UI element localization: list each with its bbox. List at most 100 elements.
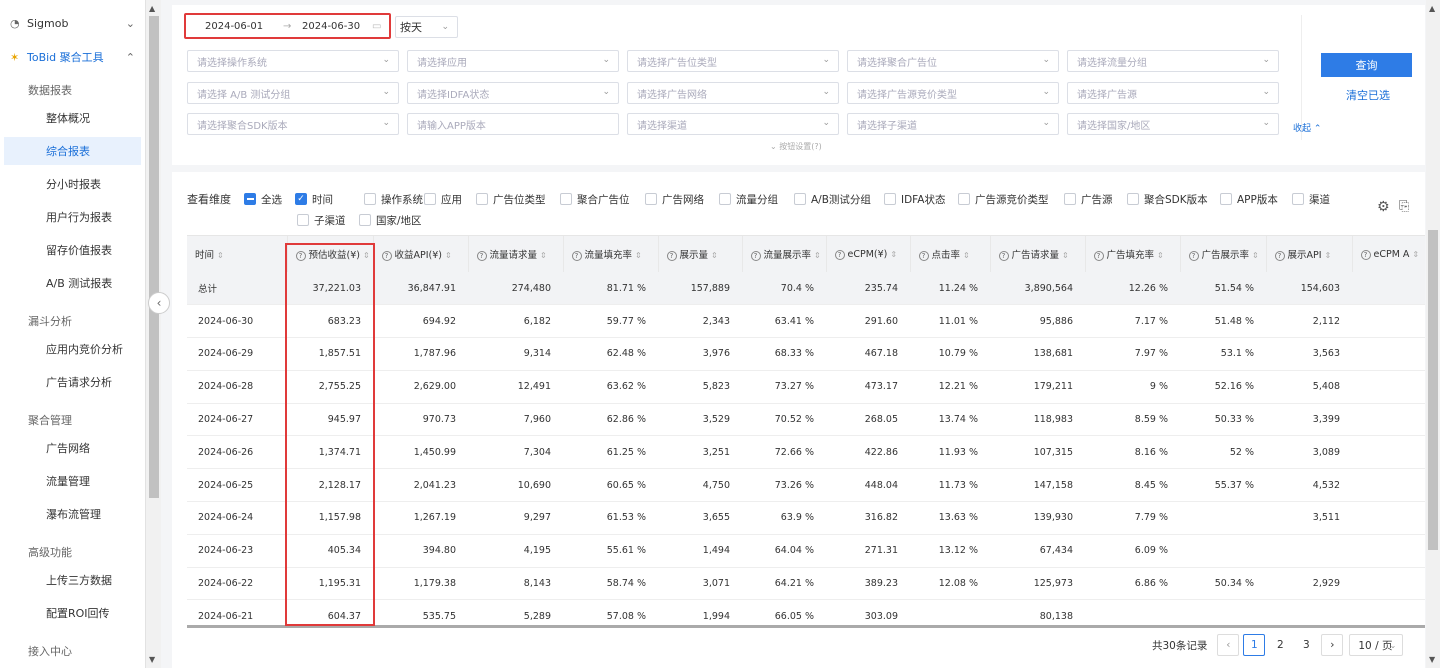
sidebar-scroll-thumb[interactable] xyxy=(149,16,159,498)
checkbox[interactable] xyxy=(1064,193,1076,205)
filter-select[interactable]: 请选择IDFA状态 ⌄ xyxy=(407,82,619,104)
sidebar-item[interactable]: 广告请求分析 xyxy=(0,368,145,396)
sort-icon[interactable]: ⇕ xyxy=(363,251,370,260)
checkbox[interactable] xyxy=(297,214,309,226)
sort-icon[interactable]: ⇕ xyxy=(711,251,718,260)
column-header[interactable]: ? 收益API(¥) ⇕ xyxy=(373,236,469,272)
column-header[interactable]: ? 广告请求量 ⇕ xyxy=(990,236,1086,272)
dimension-option[interactable]: 流量分组 xyxy=(719,191,778,207)
dimension-option[interactable]: APP版本 xyxy=(1220,191,1278,207)
collapse-filters-link[interactable]: 收起 ⌃ xyxy=(1293,121,1321,134)
sidebar-collapse-button[interactable]: ‹ xyxy=(148,292,170,314)
dimension-option[interactable]: 广告源 xyxy=(1064,191,1113,207)
checkbox[interactable] xyxy=(359,214,371,226)
scroll-down-icon[interactable]: ▼ xyxy=(149,655,155,664)
sort-icon[interactable]: ⇕ xyxy=(1252,251,1259,260)
checkbox[interactable] xyxy=(794,193,806,205)
help-icon[interactable]: ? xyxy=(295,251,306,261)
date-start[interactable]: 2024-06-01 xyxy=(205,21,263,32)
help-icon[interactable]: ? xyxy=(918,251,929,261)
filter-select[interactable]: 请选择操作系统 ⌄ xyxy=(187,50,399,72)
scroll-down-icon[interactable]: ▼ xyxy=(1429,655,1435,664)
help-icon[interactable]: ? xyxy=(1093,251,1104,261)
export-icon[interactable]: ⎘ xyxy=(1399,199,1409,214)
checkbox[interactable] xyxy=(424,193,436,205)
help-icon[interactable]: ? xyxy=(834,249,845,260)
sidebar-item[interactable]: A/B 测试报表 xyxy=(0,269,145,297)
column-header[interactable]: ? 广告展示率 ⇕ xyxy=(1180,236,1267,272)
sidebar-item[interactable]: 整体概况 xyxy=(0,104,145,132)
dimension-option[interactable]: 广告位类型 xyxy=(476,191,546,207)
table-horizontal-scrollbar[interactable] xyxy=(187,625,1425,628)
date-range-picker[interactable]: 2024-06-01 → 2024-06-30 ▭ xyxy=(184,13,391,39)
sort-icon[interactable]: ⇕ xyxy=(445,251,452,260)
help-icon[interactable]: ? xyxy=(571,251,582,261)
next-page-button[interactable]: › xyxy=(1321,634,1344,656)
sort-icon[interactable]: ⇕ xyxy=(1157,251,1164,260)
sort-icon[interactable]: ⇕ xyxy=(635,251,642,260)
sort-icon[interactable]: ⇕ xyxy=(814,251,821,260)
sort-icon[interactable]: ⇕ xyxy=(1325,251,1332,260)
checkbox[interactable] xyxy=(1127,193,1139,205)
column-header[interactable]: ? 流量请求量 ⇕ xyxy=(468,236,564,272)
sidebar-item[interactable]: 留存价值报表 xyxy=(0,236,145,264)
help-icon[interactable]: ? xyxy=(1360,249,1371,260)
checkbox[interactable] xyxy=(560,193,572,205)
dimension-option[interactable]: 聚合SDK版本 xyxy=(1127,191,1208,207)
sidebar-top-tobid[interactable]: ✶ ToBid 聚合工具 ⌃ xyxy=(0,43,145,71)
dimension-option[interactable]: 子渠道 xyxy=(297,212,346,228)
filter-select[interactable]: 请选择子渠道 ⌄ xyxy=(847,113,1059,135)
column-header[interactable]: 时间 ⇕ xyxy=(187,236,288,272)
help-icon[interactable]: ? xyxy=(1274,251,1285,261)
filter-select[interactable]: 请选择广告位类型 ⌄ xyxy=(627,50,839,72)
sidebar-top-sigmob[interactable]: ◔ Sigmob ⌄ xyxy=(0,9,145,37)
filter-select[interactable]: 请选择 A/B 测试分组 ⌄ xyxy=(187,82,399,104)
sort-icon[interactable]: ⇕ xyxy=(963,251,970,260)
page-button[interactable]: 3 xyxy=(1295,634,1317,656)
help-icon[interactable]: ? xyxy=(666,251,677,261)
gear-icon[interactable]: ⚙ xyxy=(1377,199,1390,215)
filter-select[interactable]: 请选择渠道 ⌄ xyxy=(627,113,839,135)
sidebar-item[interactable]: 配置ROI回传 xyxy=(0,599,145,627)
sidebar-scrollbar[interactable]: ▲ ▼ xyxy=(145,0,161,668)
column-header[interactable]: ? eCPM A ⇕ xyxy=(1352,236,1425,272)
sidebar-item[interactable]: 广告网络 xyxy=(0,434,145,462)
column-header[interactable]: ? eCPM(¥) ⇕ xyxy=(826,236,911,272)
checkbox[interactable] xyxy=(476,193,488,205)
sidebar-item[interactable]: 综合报表 xyxy=(4,137,141,165)
checkbox[interactable]: ✓ xyxy=(295,193,307,205)
dimension-option[interactable]: 国家/地区 xyxy=(359,212,422,228)
filter-select[interactable]: 请选择流量分组 ⌄ xyxy=(1067,50,1279,72)
help-icon[interactable]: ? xyxy=(381,251,392,261)
dimension-option[interactable]: 聚合广告位 xyxy=(560,191,630,207)
dimension-option[interactable]: 操作系统 xyxy=(364,191,423,207)
filter-select[interactable]: 请输入APP版本 xyxy=(407,113,619,135)
help-icon[interactable]: ? xyxy=(998,251,1009,261)
dimension-option[interactable]: 广告网络 xyxy=(645,191,704,207)
filter-select[interactable]: 请选择国家/地区 ⌄ xyxy=(1067,113,1279,135)
filter-select[interactable]: 请选择广告源竞价类型 ⌄ xyxy=(847,82,1059,104)
sort-icon[interactable]: ⇕ xyxy=(540,251,547,260)
prev-page-button[interactable]: ‹ xyxy=(1217,634,1240,656)
filter-select[interactable]: 请选择聚合广告位 ⌄ xyxy=(847,50,1059,72)
sidebar-item[interactable]: 流量管理 xyxy=(0,467,145,495)
checkbox[interactable] xyxy=(884,193,896,205)
column-header[interactable]: ? 广告填充率 ⇕ xyxy=(1085,236,1181,272)
help-icon[interactable]: ? xyxy=(750,251,761,261)
page-button[interactable]: 1 xyxy=(1243,634,1266,656)
sort-icon[interactable]: ⇕ xyxy=(217,251,224,260)
checkbox[interactable] xyxy=(958,193,970,205)
query-button[interactable]: 查询 xyxy=(1321,53,1412,77)
filter-select[interactable]: 请选择应用 ⌄ xyxy=(407,50,619,72)
sidebar-item[interactable]: 瀑布流管理 xyxy=(0,500,145,528)
help-icon[interactable]: ? xyxy=(1188,251,1199,261)
column-header[interactable]: ? 流量填充率 ⇕ xyxy=(563,236,659,272)
help-icon[interactable]: ? xyxy=(476,251,487,261)
sidebar-item[interactable]: 应用内竞价分析 xyxy=(0,335,145,363)
dimension-option[interactable]: 渠道 xyxy=(1292,191,1330,207)
checkbox[interactable] xyxy=(1220,193,1232,205)
column-header[interactable]: ? 展示量 ⇕ xyxy=(658,236,743,272)
checkbox[interactable] xyxy=(1292,193,1304,205)
sidebar-item[interactable]: 用户行为报表 xyxy=(0,203,145,231)
checkbox[interactable] xyxy=(244,193,256,205)
